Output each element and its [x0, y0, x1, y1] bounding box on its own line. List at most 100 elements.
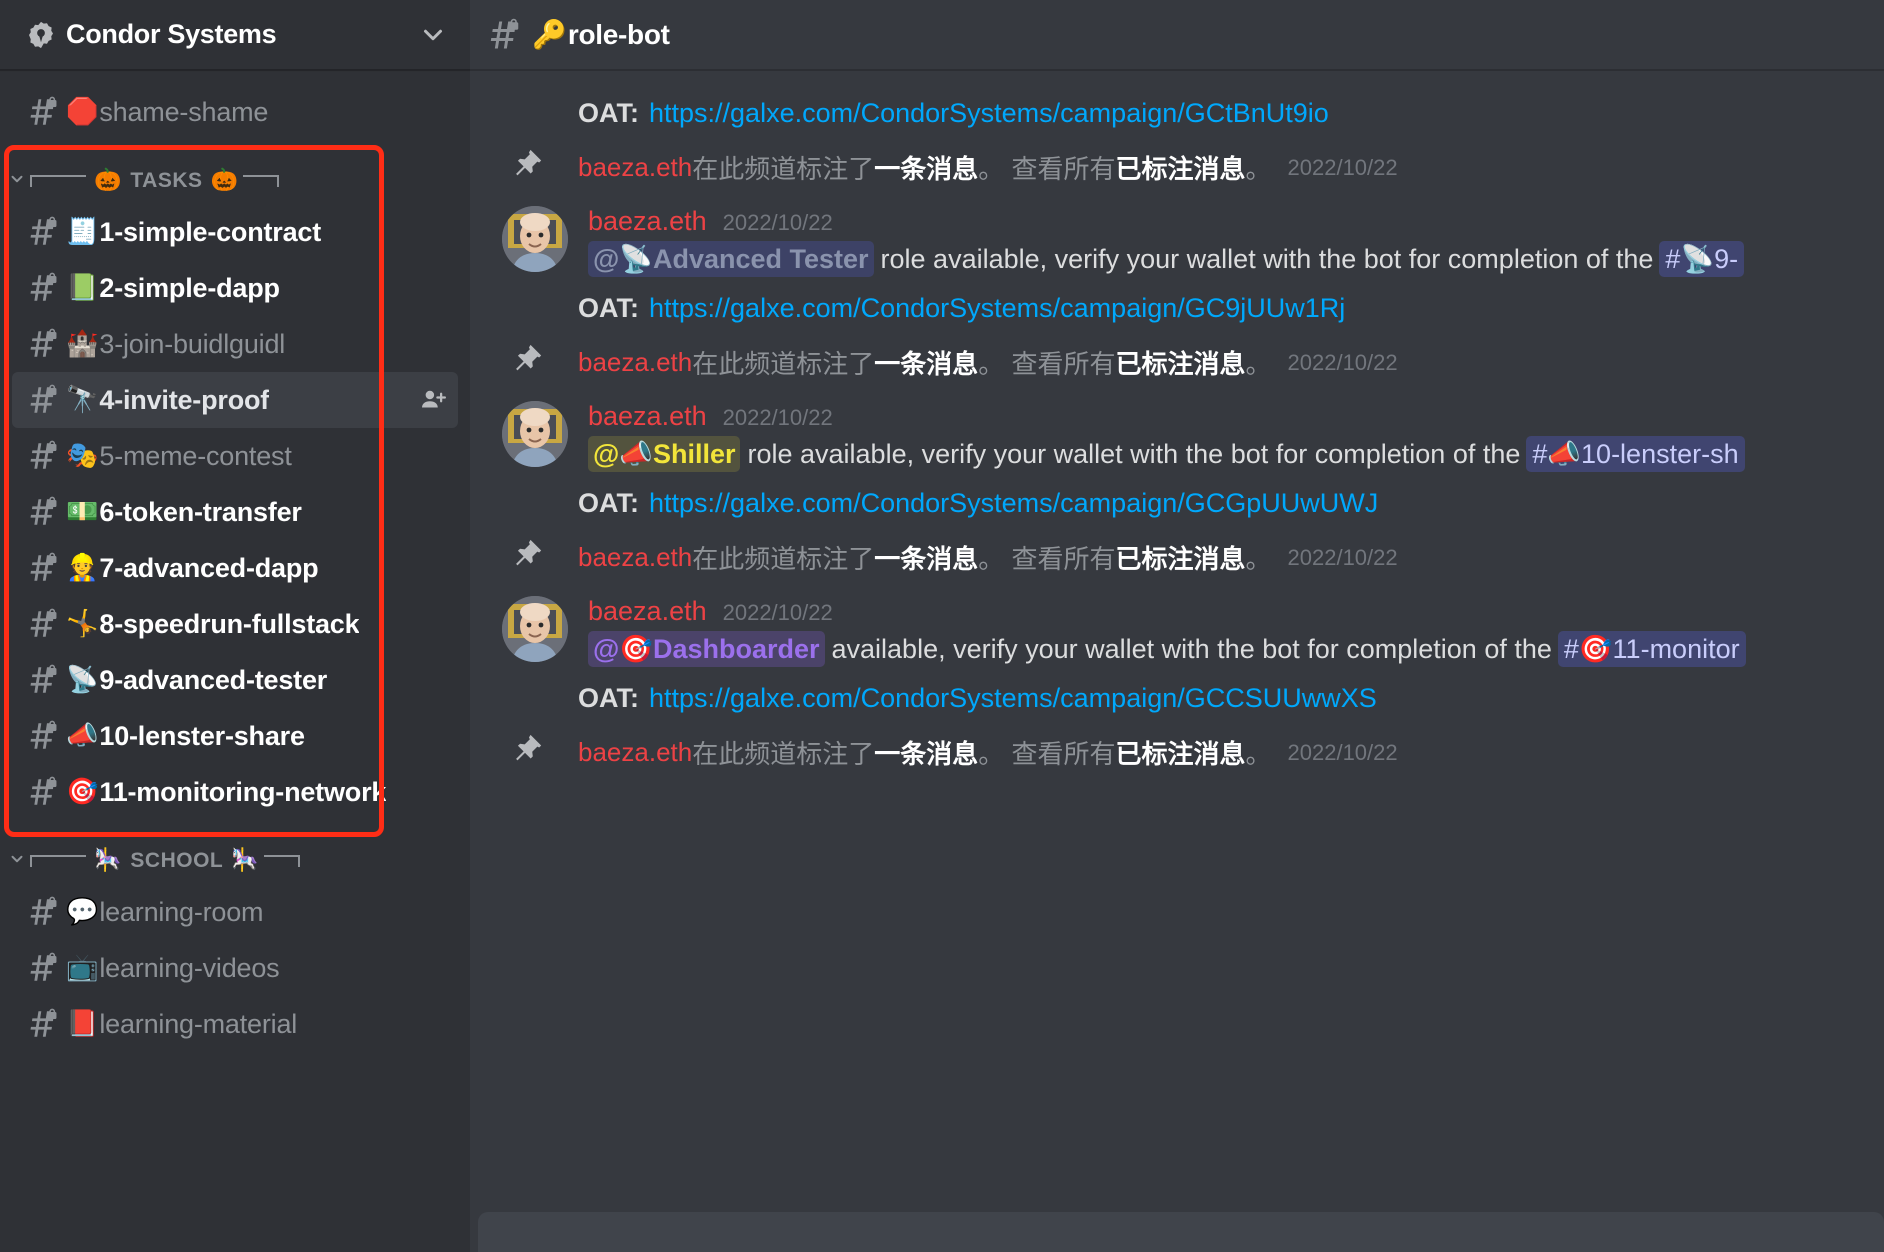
channel-mention-chip[interactable]: # 📣 10-lenster-sh [1526, 436, 1745, 472]
oat-link[interactable]: https://galxe.com/CondorSystems/campaign… [649, 488, 1378, 519]
sidebar-channel-11-monitoring-network[interactable]: 🎯 11-monitoring-network [12, 764, 458, 820]
channel-header-emoji: 🔑 [532, 17, 567, 51]
message-composer[interactable] [478, 1212, 1884, 1252]
message-text: @ 📡 Advanced Tester role available, verify… [588, 241, 1884, 277]
role-mention-advanced-tester[interactable]: @ 📡 Advanced Tester [588, 241, 874, 277]
category-emoji-right: 🎃 [210, 168, 238, 193]
message-list: OAT: https://galxe.com/CondorSystems/cam… [470, 70, 1884, 1252]
oat-link[interactable]: https://galxe.com/CondorSystems/campaign… [649, 98, 1329, 129]
channel-mention-chip[interactable]: # 📡 9- [1659, 241, 1745, 277]
avatar[interactable] [502, 401, 568, 467]
avatar[interactable] [502, 206, 568, 272]
channel-emoji: 👷 [66, 553, 99, 583]
pin-bold-1: 一条消息 [874, 544, 979, 574]
category-label: SCHOOL [130, 849, 224, 872]
sidebar-channel-7-advanced-dapp[interactable]: 👷 7-advanced-dapp [12, 540, 458, 596]
pin-text-3: 。 [1245, 154, 1272, 184]
sidebar-channel-8-speedrun-fullstack[interactable]: 🤸 8-speedrun-fullstack [12, 596, 458, 652]
message-header: baeza.eth 2022/10/22 [588, 596, 1884, 627]
chevron-down-icon[interactable] [418, 20, 448, 50]
sidebar-channel-label: 6-token-transfer [99, 496, 302, 527]
pin-icon [510, 342, 550, 383]
mention-name: Advanced Tester [652, 243, 869, 274]
sidebar-channel-shame-shame[interactable]: 🛑 shame-shame [12, 84, 458, 140]
avatar[interactable] [502, 596, 568, 662]
sidebar-channel-learning-room[interactable]: 💬 learning-room [12, 884, 458, 940]
sidebar-channel-1-simple-contract[interactable]: 🧾 1-simple-contract [12, 204, 458, 260]
channel-emoji: 📗 [66, 273, 99, 303]
server-name: Condor Systems [66, 19, 277, 49]
category-school[interactable]: 🎠 SCHOOL 🎠 [0, 838, 470, 884]
oat-line: OAT: https://galxe.com/CondorSystems/cam… [470, 283, 1884, 334]
sidebar-channel-6-token-transfer[interactable]: 💵 6-token-transfer [12, 484, 458, 540]
message-author[interactable]: baeza.eth [588, 401, 707, 432]
message-body-text: available, verify your wallet with the b… [831, 633, 1552, 664]
role-mention-shiller[interactable]: @ 📣 Shiller [588, 436, 741, 472]
sidebar-channel-10-lenster-share[interactable]: 📣 10-lenster-share [12, 708, 458, 764]
category-tasks[interactable]: 🎃 TASKS 🎃 [0, 158, 470, 204]
pin-username[interactable]: baeza.eth [578, 737, 692, 768]
chevron-down-icon[interactable] [8, 850, 30, 873]
pin-icon [510, 147, 550, 188]
sidebar-channel-3-join-buidlguidl[interactable]: 🏰 3-join-buidlguidl [12, 316, 458, 372]
hash-locked-icon [26, 719, 66, 753]
server-header[interactable]: Condor Systems [0, 0, 470, 70]
oat-label: OAT: [578, 488, 639, 518]
pin-bold-2[interactable]: 已标注消息 [1115, 349, 1245, 379]
sidebar-channel-label: 3-join-buidlguidl [99, 328, 286, 359]
sidebar-channel-4-invite-proof[interactable]: 🔭 4-invite-proof [12, 372, 458, 428]
oat-line: OAT: https://galxe.com/CondorSystems/cam… [470, 478, 1884, 529]
oat-line: OAT: https://galxe.com/CondorSystems/cam… [470, 88, 1884, 139]
mention-emoji: 🎯 [619, 634, 653, 665]
add-member-icon[interactable] [418, 385, 448, 415]
mention-at: @ [593, 438, 620, 469]
pin-bold-2[interactable]: 已标注消息 [1115, 154, 1245, 184]
sidebar-channel-label: learning-room [99, 896, 264, 927]
sidebar-channel-9-advanced-tester[interactable]: 📡 9-advanced-tester [12, 652, 458, 708]
message-author[interactable]: baeza.eth [588, 596, 707, 627]
channel-emoji: 📣 [66, 721, 99, 751]
role-mention-dashboarder[interactable]: @ 🎯 Dashboarder [588, 631, 825, 667]
channel-emoji: 📕 [66, 1009, 99, 1039]
channel-mention-chip[interactable]: # 🎯 11-monitor [1557, 631, 1746, 667]
main-content: 🔑 role-bot OAT: https://galxe.com/Condor… [470, 0, 1884, 1252]
channel-emoji: 🧾 [66, 217, 99, 247]
discord-app: Condor Systems 🛑 shame-shame 🎃 TASKS 🎃 🧾… [0, 0, 1884, 1252]
message-author[interactable]: baeza.eth [588, 206, 707, 237]
chevron-down-icon[interactable] [8, 170, 30, 193]
pin-text-2: 。 查看所有 [978, 154, 1116, 184]
sidebar-channel-label: shame-shame [99, 96, 269, 127]
hash-locked-icon [26, 1007, 66, 1041]
message-header: baeza.eth 2022/10/22 [588, 401, 1884, 432]
pin-bold-2[interactable]: 已标注消息 [1115, 739, 1245, 769]
oat-link[interactable]: https://galxe.com/CondorSystems/campaign… [649, 683, 1377, 714]
chip-emoji: 📡 [1680, 244, 1715, 275]
chat-message: baeza.eth 2022/10/22 @ 📣 Shiller role avai… [470, 391, 1884, 478]
sidebar-channel-learning-videos[interactable]: 📺 learning-videos [12, 940, 458, 996]
pin-username[interactable]: baeza.eth [578, 152, 692, 183]
hash-locked-icon [26, 215, 66, 249]
pin-text-3: 。 [1245, 544, 1272, 574]
hash-locked-icon [26, 271, 66, 305]
channel-sidebar: Condor Systems 🛑 shame-shame 🎃 TASKS 🎃 🧾… [0, 0, 470, 1252]
sidebar-channel-label: 7-advanced-dapp [99, 552, 319, 583]
sidebar-channel-5-meme-contest[interactable]: 🎭 5-meme-contest [12, 428, 458, 484]
oat-link[interactable]: https://galxe.com/CondorSystems/campaign… [649, 293, 1345, 324]
pin-bold-1: 一条消息 [874, 154, 979, 184]
mention-at: @ [593, 243, 620, 274]
hash-locked-icon [26, 439, 66, 473]
pin-username[interactable]: baeza.eth [578, 347, 692, 378]
sidebar-channel-2-simple-dapp[interactable]: 📗 2-simple-dapp [12, 260, 458, 316]
pin-bold-2[interactable]: 已标注消息 [1115, 544, 1245, 574]
sidebar-channel-learning-material[interactable]: 📕 learning-material [12, 996, 458, 1052]
pin-text-2: 。 查看所有 [978, 349, 1116, 379]
sidebar-channel-label: 2-simple-dapp [99, 272, 280, 303]
pin-icon [510, 732, 550, 773]
verified-server-badge-icon [26, 20, 56, 50]
pin-username[interactable]: baeza.eth [578, 542, 692, 573]
pin-timestamp: 2022/10/22 [1287, 544, 1398, 570]
channel-emoji: 💬 [66, 897, 99, 927]
sidebar-channel-label: learning-videos [99, 952, 280, 983]
message-body: baeza.eth 2022/10/22 @ 📡 Advanced Tester r… [588, 206, 1884, 277]
category-emoji-left: 🎃 [94, 168, 122, 193]
